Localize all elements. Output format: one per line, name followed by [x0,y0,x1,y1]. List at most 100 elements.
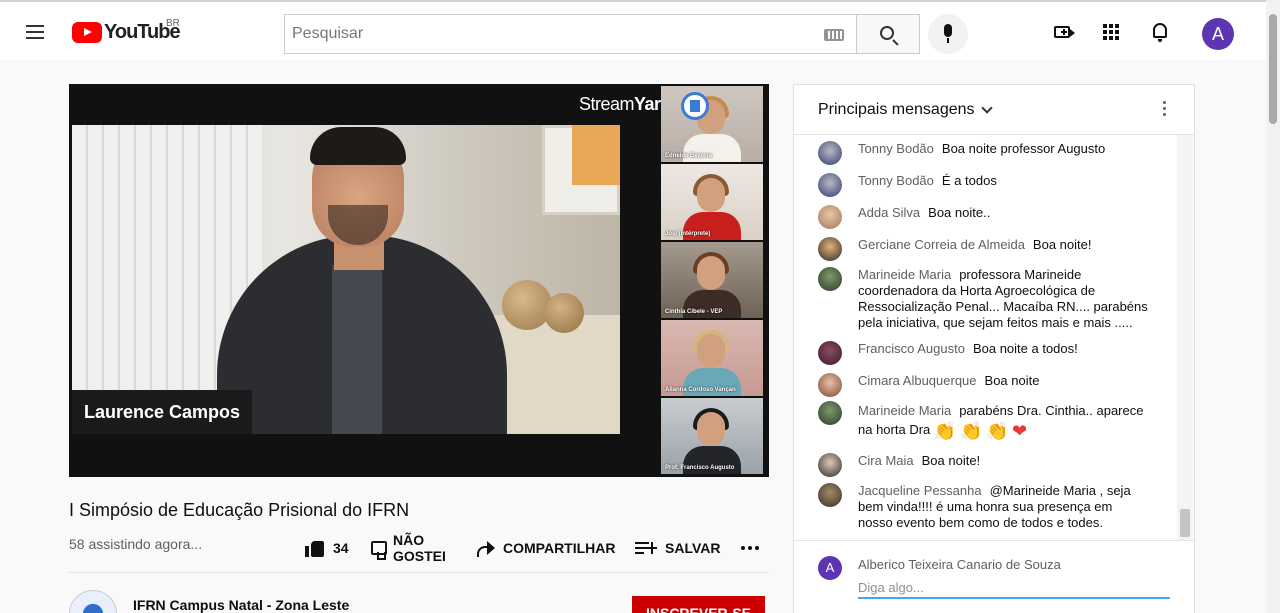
message-author[interactable]: Tonny Bodão [858,141,934,156]
dislike-label-line-2: GOSTEI [393,548,446,564]
more-actions-button[interactable] [741,530,759,566]
message-author[interactable]: Francisco Augusto [858,341,965,356]
region-code: BR [166,18,180,29]
bell-icon[interactable] [1148,20,1172,44]
user-avatar[interactable] [818,205,842,229]
participant-tile: Edneide Bezerra [661,86,763,162]
user-avatar[interactable] [818,401,842,425]
channel-name[interactable]: IFRN Campus Natal - Zona Leste [133,597,349,613]
keyboard-icon[interactable] [824,29,844,41]
search-input[interactable] [285,25,805,43]
user-avatar[interactable] [818,141,842,165]
participant-tile: Alianna Cordoso Vançan [661,320,763,396]
message-author[interactable]: Cimara Albuquerque [858,373,977,388]
streamyard-logo: StreamYard [579,94,672,115]
message-text: Boa noite! [921,453,981,468]
chat-mode-label: Principais mensagens [818,101,975,118]
chat-scrollbar[interactable] [1177,135,1193,540]
tile-caption: Alianna Cordoso Vançan [665,387,736,393]
share-icon [475,539,495,557]
my-avatar: A [818,556,842,580]
clap-emoji: 👏 [933,421,957,441]
share-label: COMPARTILHAR [503,540,616,556]
voice-search-button[interactable] [928,14,968,54]
message-author[interactable]: Cira Maia [858,453,914,468]
apps-icon[interactable] [1100,20,1124,44]
chat-message: Francisco Augusto Boa noite a todos! [818,341,1150,365]
subscribe-button[interactable]: INSCREVER-SE [632,596,765,613]
my-display-name: Alberico Teixeira Canario de Souza [858,557,1061,572]
message-text: Boa noite! [1032,237,1092,252]
presenter-name-tag: Laurence Campos [72,390,253,434]
menu-icon[interactable] [22,20,50,44]
top-bar: YouTube BR A [0,0,1266,60]
share-button[interactable]: COMPARTILHAR [475,530,616,566]
chat-more-options-icon[interactable] [1162,101,1168,119]
thumbs-up-icon [305,539,325,557]
channel-avatar[interactable] [69,590,117,613]
save-button[interactable]: SALVAR [635,530,720,566]
mic-icon [944,24,952,43]
user-avatar[interactable] [818,267,842,291]
chat-message: Marineide Maria parabéns Dra. Cinthia.. a… [818,401,1150,440]
tile-caption: Prof. Francisco Augusto [665,465,735,471]
message-author[interactable]: Tonny Bodão [858,173,934,188]
participant-tile: Cinthia Cibele - VEP [661,242,763,318]
chat-message: Cimara Albuquerque Boa noite [818,373,1150,397]
user-avatar[interactable] [818,341,842,365]
save-label: SALVAR [665,540,721,556]
user-avatar[interactable] [818,173,842,197]
chat-message: Adda Silva Boa noite.. [818,205,1150,229]
more-horizontal-icon [741,546,759,550]
user-avatar[interactable] [818,237,842,261]
chat-message: Cira Maia Boa noite! [818,453,1150,477]
chat-scrollbar-thumb[interactable] [1180,509,1190,537]
message-text: Boa noite professor Augusto [941,141,1106,156]
chevron-down-icon [980,102,993,114]
message-text: Boa noite.. [928,205,991,220]
chat-message: Marineide Maria professora Marineide coor… [818,267,1150,331]
live-chat-panel: Principais mensagens Tonny Bodão Boa noit… [793,84,1195,613]
create-video-icon[interactable] [1052,20,1076,44]
chat-header: Principais mensagens [794,85,1194,135]
divider [69,572,769,573]
tile-caption: Josi (intérprete) [665,231,711,237]
like-button[interactable]: 34 [305,530,349,566]
user-avatar[interactable] [818,373,842,397]
page-scrollbar[interactable] [1266,0,1280,613]
account-avatar[interactable]: A [1202,18,1234,50]
video-player[interactable]: Laurence Campos StreamYard Edneide Bezer… [69,84,769,477]
participant-tile: Prof. Francisco Augusto [661,398,763,474]
badge-icon [681,92,709,120]
search-icon [880,26,894,40]
message-text: Boa noite a todos! [972,341,1078,356]
message-author[interactable]: Adda Silva [858,205,920,220]
message-author[interactable]: Marineide Maria [858,403,951,418]
message-author[interactable]: Gerciane Correia de Almeida [858,237,1025,252]
search-box [284,14,856,54]
video-title: I Simpósio de Educação Prisional do IFRN [69,500,410,520]
dislike-button[interactable]: NÃO GOSTEI [371,530,446,566]
thumbs-down-icon [371,541,387,560]
like-count: 34 [333,540,349,556]
tile-caption: Edneide Bezerra [665,153,713,159]
main-camera-feed [72,125,620,434]
message-text: É a todos [941,173,997,188]
chat-input-area: A Alberico Teixeira Canario de Souza [794,540,1194,613]
user-avatar[interactable] [818,453,842,477]
message-author[interactable]: Jacqueline Pessanha [858,483,982,498]
chat-message: Tonny Bodão Boa noite professor Augusto [818,141,1150,165]
chat-mode-selector[interactable]: Principais mensagens [818,101,993,119]
participant-tile: Josi (intérprete) [661,164,763,240]
user-avatar[interactable] [818,483,842,507]
message-text: Boa noite [984,373,1040,388]
clap-emoji: 👏 [985,421,1009,441]
youtube-logo[interactable]: YouTube [72,21,181,43]
chat-message-input[interactable] [858,577,1170,599]
playlist-add-icon [635,541,657,555]
page-scrollbar-thumb[interactable] [1269,14,1277,124]
search-button[interactable] [856,14,920,54]
live-viewer-count: 58 assistindo agora... [69,536,203,552]
message-author[interactable]: Marineide Maria [858,267,951,282]
chat-message: Tonny Bodão É a todos [818,173,1150,197]
